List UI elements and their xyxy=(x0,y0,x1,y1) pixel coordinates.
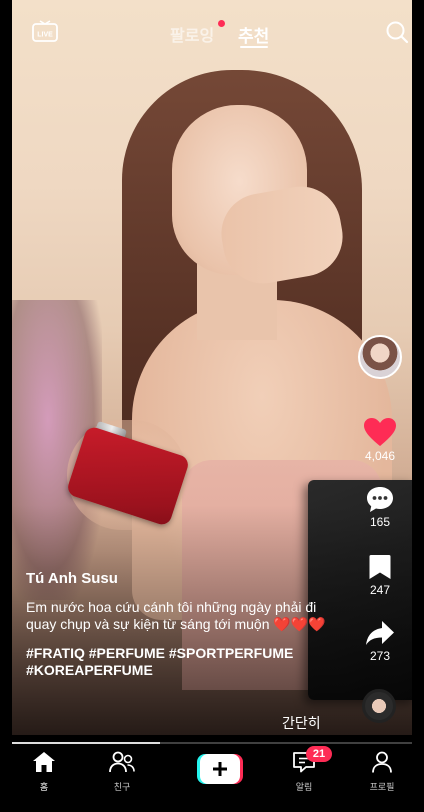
comment-count: 165 xyxy=(369,515,391,529)
nav-home-label: 홈 xyxy=(39,782,49,792)
nav-friends-label: 친구 xyxy=(113,782,131,792)
save-count: 247 xyxy=(369,583,391,597)
like-button[interactable]: 4,046 xyxy=(352,417,408,463)
following-new-dot xyxy=(218,20,225,27)
nav-inbox-label: 알림 xyxy=(295,782,313,792)
caption-block: Tú Anh Susu Em nước hoa cứu cánh tôi nhữ… xyxy=(26,570,326,679)
nav-profile-label: 프로필 xyxy=(369,782,395,792)
live-icon-label: LIVE xyxy=(37,32,53,39)
profile-icon xyxy=(372,751,392,773)
nav-home[interactable]: 홈 xyxy=(14,750,74,793)
active-tab-indicator xyxy=(240,46,268,48)
inbox-badge: 21 xyxy=(306,746,332,762)
like-count: 4,046 xyxy=(364,449,396,463)
tab-following[interactable]: 팔로잉 xyxy=(170,22,214,46)
caption-text: Em nước hoa cứu cánh tôi những ngày phải… xyxy=(26,599,326,632)
nav-friends[interactable]: 친구 xyxy=(92,750,152,793)
bottom-nav: 홈 친구 알림 21 프로필 xyxy=(12,744,412,812)
comment-button[interactable]: 165 xyxy=(352,485,408,529)
share-icon xyxy=(366,621,394,645)
share-button[interactable]: 273 xyxy=(352,619,408,663)
top-bar: LIVE 팔로잉 추천 xyxy=(12,0,412,60)
collapse-caption-button[interactable]: 간단히 xyxy=(282,713,321,733)
music-disc[interactable] xyxy=(362,689,396,723)
tab-for-you[interactable]: 추천 xyxy=(238,22,269,47)
creator-avatar[interactable] xyxy=(358,335,402,379)
app: LIVE 팔로잉 추천 4,046 165 247 273 Tú Anh Sus… xyxy=(12,0,412,812)
heart-icon xyxy=(364,418,396,446)
search-icon[interactable] xyxy=(385,20,409,44)
save-button[interactable]: 247 xyxy=(352,553,408,597)
create-button[interactable] xyxy=(197,754,243,784)
live-icon[interactable]: LIVE xyxy=(32,20,58,42)
nav-profile[interactable]: 프로필 xyxy=(352,750,412,793)
home-icon xyxy=(33,752,55,772)
creator-username[interactable]: Tú Anh Susu xyxy=(26,570,326,587)
caption-hashtags[interactable]: #FRATIQ #PERFUME #SPORTPERFUME #KOREAPER… xyxy=(26,645,326,679)
share-count: 273 xyxy=(369,649,391,663)
bookmark-icon xyxy=(369,555,391,579)
friends-icon xyxy=(109,751,135,773)
comment-icon xyxy=(367,487,393,512)
